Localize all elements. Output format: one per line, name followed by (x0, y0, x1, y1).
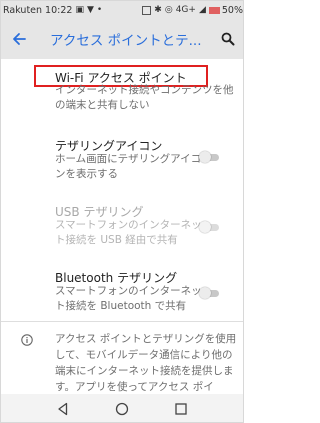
item-summary: ホーム画面にテザリングアイコンを表示する (55, 153, 202, 180)
bluetooth-icon: ✱ (154, 5, 162, 15)
page-title: アクセス ポイントとテ... (50, 33, 202, 49)
back-arrow-icon[interactable] (8, 28, 30, 50)
back-triangle-icon[interactable] (55, 401, 71, 417)
recents-square-icon[interactable] (173, 401, 189, 417)
clock: 10:22 (45, 4, 73, 16)
status-bar: Rakuten 10:22 ▣ ▼ • ✱ ◎ 4G+ ◢ 50% (1, 1, 243, 19)
toggle-thumb (199, 221, 211, 233)
status-icons: ✱ ◎ 4G+ ◢ 50% (142, 5, 243, 16)
shield-icon: ▼ (86, 5, 94, 15)
vibrate-icon: ◎ (164, 5, 173, 15)
search-icon[interactable] (217, 28, 239, 50)
item-summary: スマートフォンのインターネット接続を Bluetooth で共有 (55, 285, 202, 312)
divider (1, 321, 243, 322)
toggle-thumb (199, 151, 211, 163)
message-icon: ▣ (75, 5, 84, 15)
list-item-wifi-hotspot[interactable]: Wi-Fi アクセス ポイント インターネット接続やコンテンツを他の端末と共有し… (1, 59, 243, 111)
tethering-icon-toggle[interactable] (199, 151, 221, 163)
usb-tethering-toggle[interactable] (199, 221, 221, 233)
info-icon (21, 334, 33, 346)
carrier-label: Rakuten (3, 4, 43, 16)
info-text: アクセス ポイントとテザリングを使用して、モバイルデータ通信により他の端末にイン… (55, 333, 237, 393)
nfc-icon (142, 5, 152, 15)
battery-icon (208, 6, 220, 14)
battery-percent: 50% (221, 4, 243, 16)
toggle-thumb (199, 287, 211, 299)
item-summary: インターネット接続やコンテンツを他の端末と共有しない (55, 84, 234, 111)
list-item-tethering-icon[interactable]: テザリングアイコン ホーム画面にテザリングアイコンを表示する (1, 137, 243, 187)
navigation-bar (1, 394, 243, 422)
home-circle-icon[interactable] (114, 401, 130, 417)
list-item-bluetooth-tethering[interactable]: Bluetooth テザリング スマートフォンのインターネット接続を Bluet… (1, 269, 243, 319)
item-summary: スマートフォンのインターネット接続を USB 経由で共有 (55, 219, 202, 246)
list-item-usb-tethering[interactable]: USB テザリング スマートフォンのインターネット接続を USB 経由で共有 (1, 203, 243, 253)
dot-icon: • (96, 5, 103, 15)
app-bar: アクセス ポイントとテ... (1, 19, 243, 59)
network-type: 4G+ (175, 5, 196, 15)
phone-screen: Rakuten 10:22 ▣ ▼ • ✱ ◎ 4G+ ◢ 50% アクセス ポ… (0, 0, 244, 423)
signal-icon: ◢ (198, 5, 206, 15)
bluetooth-tethering-toggle[interactable] (199, 287, 221, 299)
